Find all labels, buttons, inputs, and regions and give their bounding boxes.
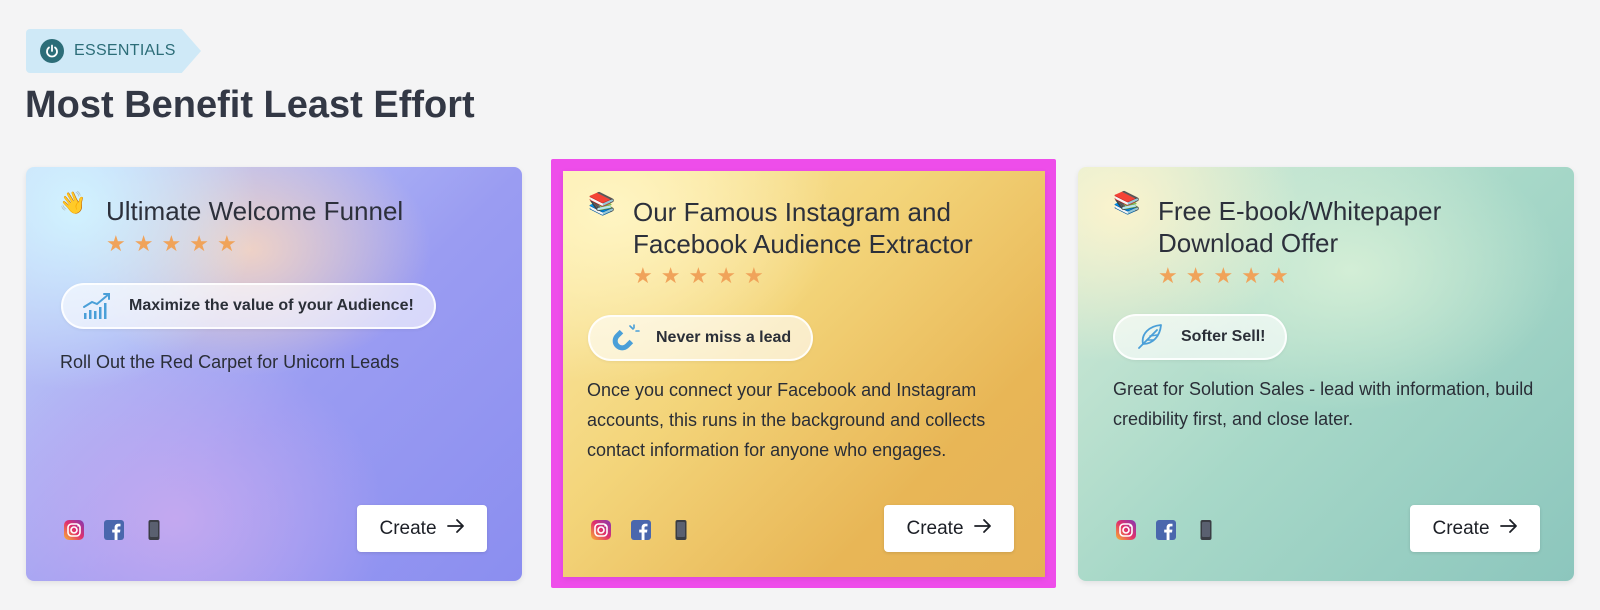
facebook-icon bbox=[102, 518, 126, 542]
magnet-icon bbox=[608, 321, 642, 355]
star-icon: ★ bbox=[106, 231, 126, 256]
star-icon: ★ bbox=[688, 263, 709, 288]
create-button-label: Create bbox=[379, 517, 437, 539]
star-icon: ★ bbox=[216, 231, 237, 256]
power-icon bbox=[40, 39, 64, 63]
create-button-label: Create bbox=[1432, 517, 1490, 539]
feather-icon bbox=[1133, 320, 1167, 354]
star-icon: ★ bbox=[189, 231, 209, 256]
star-icon: ★ bbox=[1213, 263, 1234, 288]
rating-stars: ★ ★ ★ ★ ★ bbox=[1158, 265, 1289, 287]
star-icon: ★ bbox=[1158, 263, 1178, 288]
benefit-pill-label: Softer Sell! bbox=[1181, 328, 1266, 345]
books-icon: 📚 bbox=[588, 192, 616, 217]
arrow-right-icon bbox=[446, 518, 465, 540]
card-title: Our Famous Instagram and Facebook Audien… bbox=[633, 197, 973, 259]
growth-chart-icon bbox=[81, 289, 115, 323]
arrow-right-icon bbox=[973, 518, 992, 540]
section-tag: ESSENTIALS bbox=[26, 29, 201, 73]
card-description: Great for Solution Sales - lead with inf… bbox=[1113, 379, 1534, 429]
template-card-welcome-funnel[interactable]: 👋 Ultimate Welcome Funnel ★ ★ ★ ★ ★ Maxi… bbox=[26, 167, 522, 581]
phone-icon bbox=[669, 518, 693, 542]
create-button[interactable]: Create bbox=[1410, 505, 1540, 552]
phone-icon bbox=[1194, 518, 1218, 542]
facebook-icon bbox=[629, 518, 653, 542]
benefit-pill-label: Never miss a lead bbox=[656, 329, 792, 346]
create-button[interactable]: Create bbox=[357, 505, 487, 552]
instagram-icon bbox=[1114, 518, 1138, 542]
books-icon: 📚 bbox=[1113, 191, 1141, 216]
star-icon: ★ bbox=[161, 231, 182, 256]
channel-icons bbox=[1114, 518, 1218, 542]
benefit-pill-label: Maximize the value of your Audience! bbox=[129, 297, 414, 314]
channel-icons bbox=[589, 518, 693, 542]
section-tag-label: ESSENTIALS bbox=[74, 42, 176, 59]
star-icon: ★ bbox=[1268, 263, 1289, 288]
template-card-ebook-offer[interactable]: 📚 Free E-book/Whitepaper Download Offer … bbox=[1078, 167, 1574, 581]
card-description: Once you connect your Facebook and Insta… bbox=[587, 380, 986, 460]
card-description: Roll Out the Red Carpet for Unicorn Lead… bbox=[60, 352, 400, 372]
page-title: Most Benefit Least Effort bbox=[25, 84, 475, 126]
card-title: Ultimate Welcome Funnel bbox=[106, 196, 404, 226]
template-card-audience-extractor[interactable]: 📚 Our Famous Instagram and Facebook Audi… bbox=[563, 171, 1045, 577]
phone-icon bbox=[142, 518, 166, 542]
benefit-pill: Never miss a lead bbox=[588, 315, 814, 361]
rating-stars: ★ ★ ★ ★ ★ bbox=[106, 233, 237, 255]
benefit-pill: Maximize the value of your Audience! bbox=[61, 283, 436, 329]
star-icon: ★ bbox=[716, 263, 736, 288]
star-icon: ★ bbox=[743, 263, 764, 288]
star-icon: ★ bbox=[1241, 263, 1261, 288]
star-icon: ★ bbox=[1185, 263, 1206, 288]
benefit-pill: Softer Sell! bbox=[1113, 314, 1288, 360]
card-title: Free E-book/Whitepaper Download Offer bbox=[1158, 196, 1442, 258]
arrow-right-icon bbox=[1499, 518, 1518, 540]
instagram-icon bbox=[589, 518, 613, 542]
waving-hand-icon: 👋 bbox=[59, 191, 87, 216]
channel-icons bbox=[62, 518, 166, 542]
star-icon: ★ bbox=[660, 263, 681, 288]
instagram-icon bbox=[62, 518, 86, 542]
create-button-label: Create bbox=[906, 517, 964, 539]
facebook-icon bbox=[1154, 518, 1178, 542]
star-icon: ★ bbox=[133, 231, 154, 256]
create-button[interactable]: Create bbox=[884, 505, 1014, 552]
star-icon: ★ bbox=[633, 263, 653, 288]
rating-stars: ★ ★ ★ ★ ★ bbox=[633, 265, 764, 287]
